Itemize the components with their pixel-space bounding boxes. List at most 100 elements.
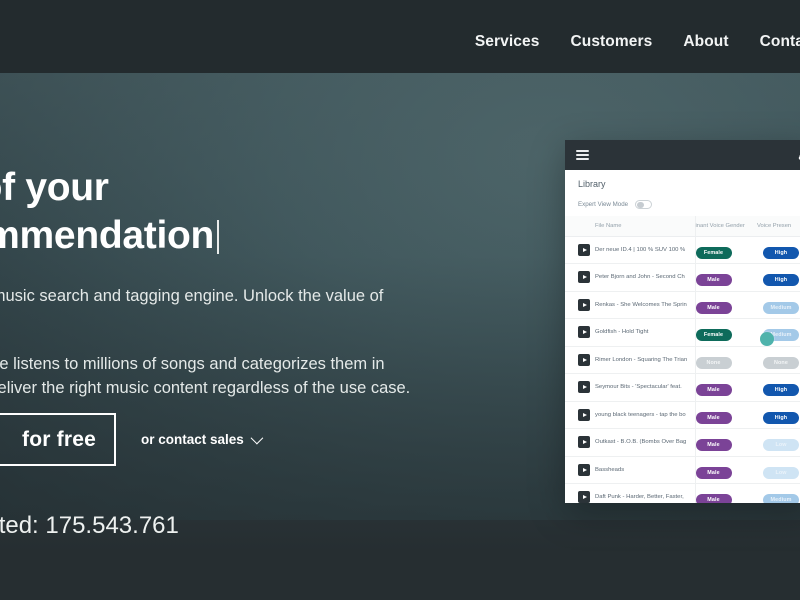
table-row[interactable]: Renkas - She Welcomes The Sprin Male Mediu… <box>565 291 800 319</box>
stats-counter: ts extracted: 175.543.761 <box>0 512 179 539</box>
row-file-name-cell: Rimer London - Squaring The Trian <box>595 346 695 374</box>
row-voice-gender-cell: Female <box>694 236 757 264</box>
row-voice-presence-cell: High <box>757 236 800 264</box>
hamburger-menu-icon[interactable] <box>576 149 589 161</box>
row-file-name-cell: Der neue ID.4 | 100 % SUV 100 % <box>595 236 695 264</box>
column-header-voice-presence[interactable]: Voice Presen <box>757 215 800 237</box>
row-voice-presence-cell: Medium <box>757 483 800 503</box>
cursor-indicator <box>760 332 774 346</box>
play-icon[interactable] <box>578 463 590 476</box>
nav-item-about[interactable]: About <box>683 33 728 51</box>
file-name-text: Goldfish - Hold Tight <box>595 329 649 336</box>
table-header-row: File Name inant Voice Gender Voice Prese… <box>565 215 800 237</box>
row-voice-presence-cell: High <box>757 373 800 402</box>
row-file-name-cell: Seymour Bits - 'Spectacular' feat. <box>595 373 695 402</box>
row-voice-gender-cell: Male <box>694 401 757 429</box>
row-play-cell <box>565 483 595 503</box>
nav-links: Services Customers About Contact <box>475 33 800 51</box>
headline-line-2: recommendation <box>0 214 215 257</box>
table-row[interactable]: Der neue ID.4 | 100 % SUV 100 % Female Hig… <box>565 236 800 264</box>
play-icon[interactable] <box>578 408 590 421</box>
contact-sales-link[interactable]: or contact sales <box>141 431 264 447</box>
voice-presence-wrap: Medium <box>757 488 800 503</box>
file-name-text: Renkas - She Welcomes The Sprin <box>595 301 687 308</box>
nav-item-contact[interactable]: Contact <box>760 33 800 51</box>
table-row[interactable]: Peter Bjorn and John - Second Ch Male High <box>565 263 800 292</box>
play-icon[interactable] <box>578 298 590 311</box>
file-name-text: young black teenagers - tap the bo <box>595 411 686 418</box>
nav-item-services[interactable]: Services <box>475 33 540 51</box>
hero-paragraph-1: effective music search and tagging engin… <box>0 287 384 305</box>
file-name-text: Rimer London - Squaring The Trian <box>595 356 688 363</box>
library-table-body: Der neue ID.4 | 100 % SUV 100 % Female Hig… <box>565 236 800 503</box>
table-row[interactable]: Seymour Bits - 'Spectacular' feat. Male H… <box>565 373 800 402</box>
hero-description: effective music search and tagging engin… <box>0 284 546 400</box>
voice-presence-badge: High <box>763 411 799 424</box>
row-voice-gender-cell: Male <box>694 483 757 503</box>
table-row[interactable]: Daft Punk - Harder, Better, Faster, Male M… <box>565 483 800 503</box>
row-file-name-cell: Peter Bjorn and John - Second Ch <box>595 263 695 292</box>
voice-gender-badge: Male <box>695 466 732 479</box>
voice-presence-wrap: High <box>757 241 800 259</box>
text-caret <box>217 220 220 254</box>
row-play-cell <box>565 346 595 374</box>
chevron-down-icon <box>250 431 264 445</box>
play-icon[interactable] <box>578 436 590 449</box>
play-icon[interactable] <box>578 381 590 394</box>
row-file-name-cell: young black teenagers - tap the bo <box>595 401 695 429</box>
column-header-play <box>565 215 595 237</box>
row-file-name-cell: Daft Punk - Harder, Better, Faster, <box>595 483 695 503</box>
hero-section: -proof your recommendation effective mus… <box>0 0 560 600</box>
play-icon[interactable] <box>578 491 590 503</box>
voice-presence-wrap: Low <box>757 461 800 479</box>
page-root: Services Customers About Contact -proof … <box>0 0 800 600</box>
voice-gender-badge: None <box>695 356 732 369</box>
row-play-cell <box>565 373 595 402</box>
table-row[interactable]: Outkast - B.O.B. (Bombs Over Bag Male Low <box>565 428 800 457</box>
file-name-text: Peter Bjorn and John - Second Ch <box>595 274 685 281</box>
expert-view-mode-toggle[interactable] <box>635 200 653 209</box>
voice-presence-badge: High <box>763 384 799 397</box>
row-voice-gender-cell: Male <box>694 373 757 402</box>
voice-presence-wrap: None <box>757 351 800 369</box>
row-voice-presence-cell: Low <box>757 456 800 484</box>
table-row[interactable]: Rimer London - Squaring The Trian None Non… <box>565 346 800 374</box>
row-voice-presence-cell: Low <box>757 428 800 457</box>
play-icon[interactable] <box>578 271 590 284</box>
app-screenshot-panel: Library Expert View Mode File Name inant… <box>565 140 800 503</box>
voice-presence-wrap: High <box>757 378 800 397</box>
voice-gender-badge: Male <box>695 274 732 287</box>
voice-presence-badge: Medium <box>763 301 799 314</box>
row-play-cell <box>565 318 595 347</box>
contact-sales-label: or contact sales <box>141 432 244 447</box>
play-icon[interactable] <box>578 243 590 256</box>
headline-line-1: -proof your <box>0 166 109 209</box>
file-name-text: Daft Punk - Harder, Better, Faster, <box>595 494 684 501</box>
play-icon[interactable] <box>578 353 590 366</box>
nav-item-customers[interactable]: Customers <box>570 33 652 51</box>
row-voice-gender-cell: Male <box>694 428 757 457</box>
voice-presence-wrap: Medium <box>757 296 800 314</box>
file-name-text: Bassheads <box>595 466 625 473</box>
try-for-free-button[interactable]: for free <box>0 413 116 466</box>
library-table: File Name inant Voice Gender Voice Prese… <box>565 215 800 503</box>
voice-presence-badge: None <box>763 356 799 369</box>
hero-paragraph-2: intelligence listens to millions of song… <box>0 355 411 397</box>
column-header-dominant-voice-gender[interactable]: inant Voice Gender <box>694 215 757 237</box>
voice-gender-badge: Female <box>695 246 732 259</box>
voice-presence-badge: High <box>763 246 799 259</box>
voice-gender-badge: Female <box>695 329 732 342</box>
file-name-text: Der neue ID.4 | 100 % SUV 100 % <box>595 246 686 253</box>
row-play-cell <box>565 428 595 457</box>
play-icon[interactable] <box>578 326 590 339</box>
file-name-text: Seymour Bits - 'Spectacular' feat. <box>595 384 682 391</box>
voice-presence-badge: Low <box>763 466 799 479</box>
column-header-file-name[interactable]: File Name <box>595 215 695 237</box>
voice-presence-wrap: High <box>757 406 800 424</box>
table-row[interactable]: Bassheads Male Low <box>565 456 800 484</box>
row-voice-gender-cell: Female <box>694 318 757 347</box>
expert-view-mode-row: Expert View Mode <box>565 200 800 209</box>
voice-gender-badge: Male <box>695 301 732 314</box>
row-voice-gender-cell: Male <box>694 263 757 292</box>
table-row[interactable]: young black teenagers - tap the bo Male Hi… <box>565 401 800 429</box>
